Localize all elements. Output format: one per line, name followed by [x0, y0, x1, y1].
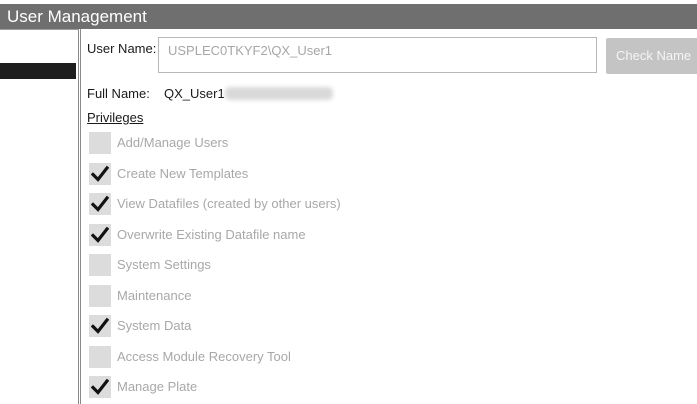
username-input[interactable]: USPLEC0TKYF2\QX_User1 [158, 37, 597, 73]
privilege-label: Create New Templates [117, 166, 249, 181]
privilege-label: Manage Plate [117, 379, 198, 394]
privilege-checkbox[interactable] [89, 346, 111, 368]
username-input-value: USPLEC0TKYF2\QX_User1 [168, 43, 333, 58]
privilege-label: Overwrite Existing Datafile name [117, 227, 306, 242]
privilege-label: System Data [117, 318, 192, 333]
left-pane [0, 29, 79, 404]
privilege-checkbox[interactable] [89, 132, 111, 154]
privilege-label: View Datafiles (created by other users) [117, 196, 341, 211]
pane-divider[interactable] [80, 29, 81, 404]
privilege-label: Maintenance [117, 288, 192, 303]
check-name-button[interactable]: Check Name [606, 38, 697, 74]
privilege-label: Access Module Recovery Tool [117, 349, 291, 364]
checkmark-icon [91, 165, 109, 182]
left-pane-selected-row[interactable] [0, 63, 76, 79]
checkmark-icon [91, 378, 109, 395]
privileges-heading: Privileges [87, 110, 144, 125]
checkmark-icon [91, 317, 109, 334]
privilege-checkbox[interactable] [89, 163, 111, 185]
privilege-label: System Settings [117, 257, 211, 272]
privilege-checkbox[interactable] [89, 315, 111, 337]
left-pane-divider [0, 29, 78, 30]
title-bar: User Management [0, 0, 697, 29]
redacted-text [225, 87, 333, 100]
username-label: User Name: [87, 41, 157, 56]
fullname-label: Full Name: [87, 86, 150, 101]
window-title: User Management [7, 7, 147, 26]
privilege-checkbox[interactable] [89, 254, 111, 276]
checkmark-icon [91, 226, 109, 243]
privilege-checkbox[interactable] [89, 193, 111, 215]
privilege-label: Add/Manage Users [117, 135, 229, 150]
privilege-checkbox[interactable] [89, 376, 111, 398]
checkmark-icon [91, 195, 109, 212]
privilege-checkbox[interactable] [89, 224, 111, 246]
privilege-checkbox[interactable] [89, 285, 111, 307]
fullname-value: QX_User1 [164, 86, 225, 101]
